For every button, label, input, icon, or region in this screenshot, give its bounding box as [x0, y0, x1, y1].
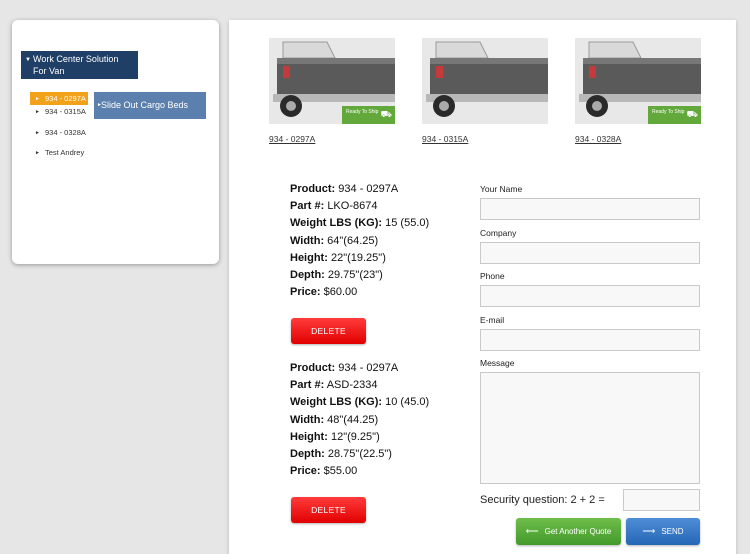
- spec-price: Price: $55.00: [290, 465, 358, 478]
- product-thumbnail[interactable]: 934 - 0315A: [422, 38, 548, 144]
- sidebar-item-label: 934 - 0315A: [45, 107, 86, 116]
- spec-weight: Weight LBS (KG): 15 (55.0): [290, 217, 430, 230]
- spec-height: Height: 22"(19.25"): [290, 251, 386, 264]
- phone-input[interactable]: [480, 285, 700, 307]
- sidebar-item-934-0297a[interactable]: ► 934 - 0297A: [30, 92, 88, 105]
- product-link[interactable]: 934 - 0297A: [269, 134, 395, 144]
- badge-label: Ready To Ship: [652, 109, 685, 115]
- email-input[interactable]: [480, 329, 700, 351]
- bullet-icon: ►: [35, 109, 40, 115]
- delete-button[interactable]: DELETE: [291, 318, 366, 344]
- send-button-label: SEND: [661, 527, 684, 536]
- delete-button[interactable]: DELETE: [291, 497, 366, 523]
- cart-item: Product: 934 - 0297A Part #: LKO-8674 We…: [290, 181, 429, 301]
- sidebar-category-label: Work Center Solution For Van: [33, 54, 119, 76]
- spec-product: Product: 934 - 0297A: [290, 183, 399, 195]
- name-label: Your Name: [480, 184, 523, 194]
- spec-product: Product: 934 - 0297A: [290, 362, 399, 374]
- bullet-icon: ►: [35, 129, 40, 136]
- caret-down-icon: ▼: [25, 57, 31, 63]
- spec-weight: Weight LBS (KG): 10 (45.0): [290, 396, 430, 409]
- sidebar-item-label: 934 - 0328A: [45, 127, 86, 137]
- product-thumbnail[interactable]: Ready To Ship ⛟ 934 - 0328A: [575, 38, 701, 144]
- flyout-menu-item[interactable]: ► Slide Out Cargo Beds: [94, 92, 206, 119]
- bullet-icon: ►: [35, 96, 40, 102]
- arrow-right-icon: ⟶: [642, 526, 656, 536]
- product-link[interactable]: 934 - 0328A: [575, 134, 701, 144]
- spec-part: Part #: ASD-2334: [290, 379, 378, 392]
- truck-icon: ⛟: [686, 109, 698, 119]
- email-label: E-mail: [480, 315, 505, 325]
- product-thumbnail[interactable]: Ready To Ship ⛟ 934 - 0297A: [269, 38, 395, 144]
- badge-label: Ready To Ship: [346, 109, 379, 115]
- ready-to-ship-badge: Ready To Ship ⛟: [342, 106, 395, 124]
- flyout-label: Slide Out Cargo Beds: [101, 100, 189, 110]
- ready-to-ship-badge: Ready To Ship ⛟: [648, 106, 701, 124]
- spec-depth: Depth: 28.75"(22.5"): [290, 448, 392, 461]
- quote-button-label: Get Another Quote: [544, 527, 612, 536]
- bullet-icon: ►: [97, 102, 102, 108]
- message-textarea[interactable]: [480, 372, 700, 484]
- sidebar-item-label: Test Andrey: [45, 148, 85, 157]
- bullet-icon: ►: [35, 150, 40, 156]
- sidebar-item-label: 934 - 0297A: [45, 94, 86, 103]
- arrow-left-icon: ⟵: [525, 526, 539, 536]
- spec-width: Width: 64"(64.25): [290, 234, 379, 247]
- sidebar-item-test-andrey[interactable]: ► Test Andrey: [30, 146, 220, 167]
- get-another-quote-button[interactable]: ⟵ Get Another Quote: [516, 518, 621, 545]
- truck-icon: ⛟: [380, 109, 392, 119]
- spec-width: Width: 48"(44.25): [290, 413, 379, 426]
- truck-image: [422, 38, 548, 124]
- message-label: Message: [480, 358, 515, 368]
- company-input[interactable]: [480, 242, 700, 264]
- cart-item: Product: 934 - 0297A Part #: ASD-2334 We…: [290, 360, 429, 480]
- sidebar-category[interactable]: ▼ Work Center Solution For Van: [21, 51, 138, 79]
- phone-label: Phone: [480, 271, 505, 281]
- sidebar-item-934-0328a[interactable]: ► 934 - 0328A: [30, 126, 220, 147]
- spec-depth: Depth: 29.75"(23"): [290, 269, 383, 282]
- main-panel: Ready To Ship ⛟ 934 - 0297A 934 - 0315A: [229, 20, 736, 554]
- security-question-label: Security question: 2 + 2 =: [480, 494, 605, 506]
- spec-price: Price: $60.00: [290, 286, 358, 299]
- product-link[interactable]: 934 - 0315A: [422, 134, 548, 144]
- sidebar: ▼ Work Center Solution For Van ► 934 - 0…: [12, 20, 219, 264]
- company-label: Company: [480, 228, 517, 238]
- product-image[interactable]: [422, 38, 548, 124]
- spec-height: Height: 12"(9.25"): [290, 430, 380, 443]
- security-answer-input[interactable]: [623, 489, 700, 511]
- product-image[interactable]: Ready To Ship ⛟: [269, 38, 395, 124]
- product-image[interactable]: Ready To Ship ⛟: [575, 38, 701, 124]
- spec-part: Part #: LKO-8674: [290, 200, 378, 213]
- send-button[interactable]: ⟶ SEND: [626, 518, 700, 545]
- name-input[interactable]: [480, 198, 700, 220]
